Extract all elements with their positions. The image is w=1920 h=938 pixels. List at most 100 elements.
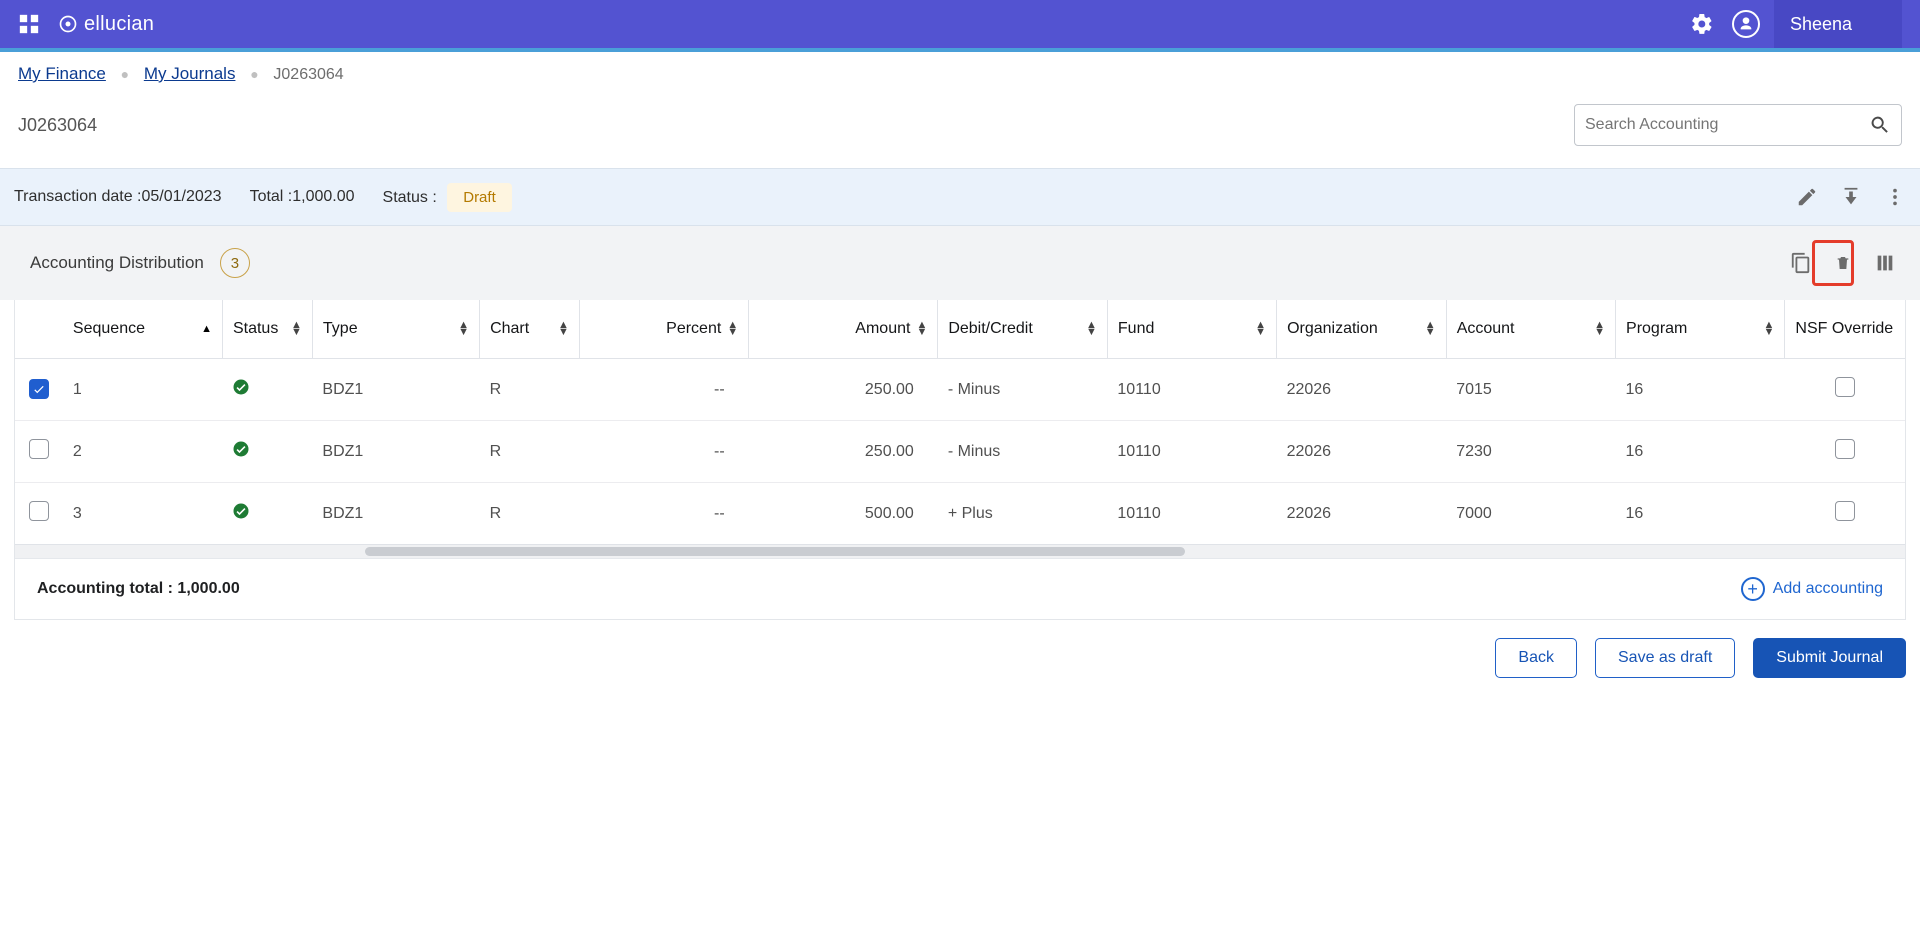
cell-organization: 22026 bbox=[1277, 359, 1447, 421]
nsf-override-checkbox[interactable] bbox=[1835, 501, 1855, 521]
cell-percent: -- bbox=[579, 359, 748, 421]
row-select-checkbox[interactable] bbox=[29, 379, 49, 399]
page-title-bar: J0263064 bbox=[0, 94, 1920, 168]
delete-row-button[interactable] bbox=[1812, 240, 1854, 286]
cell-status bbox=[222, 483, 312, 545]
user-menu[interactable]: Sheena bbox=[1774, 0, 1902, 48]
more-vertical-icon[interactable] bbox=[1884, 186, 1906, 208]
table-row[interactable]: 3BDZ1R--500.00+ Plus1011022026700016 bbox=[15, 483, 1905, 545]
cell-type: BDZ1 bbox=[312, 483, 479, 545]
cell-program: 16 bbox=[1616, 483, 1785, 545]
cell-nsf-override bbox=[1785, 359, 1905, 421]
brand-logo-icon bbox=[58, 14, 78, 34]
cell-debit-credit: - Minus bbox=[938, 421, 1108, 483]
col-header-status[interactable]: Status▲▼ bbox=[222, 300, 312, 359]
back-button[interactable]: Back bbox=[1495, 638, 1577, 678]
breadcrumb-link-my-journals[interactable]: My Journals bbox=[144, 64, 236, 83]
journal-summary-bar: Transaction date :05/01/2023 Total :1,00… bbox=[0, 168, 1920, 226]
copy-row-button[interactable] bbox=[1770, 240, 1812, 286]
cell-program: 16 bbox=[1616, 421, 1785, 483]
col-header-fund[interactable]: Fund▲▼ bbox=[1107, 300, 1276, 359]
col-header-amount[interactable]: Amount▲▼ bbox=[749, 300, 938, 359]
columns-toggle-button[interactable] bbox=[1854, 240, 1896, 286]
trash-icon bbox=[1835, 252, 1851, 274]
breadcrumb-separator: ● bbox=[250, 66, 258, 82]
top-navbar: ellucian Sheena bbox=[0, 0, 1920, 52]
submit-journal-button[interactable]: Submit Journal bbox=[1753, 638, 1906, 678]
cell-amount: 500.00 bbox=[749, 483, 938, 545]
cell-fund: 10110 bbox=[1107, 421, 1276, 483]
breadcrumb-current: J0263064 bbox=[273, 66, 343, 83]
settings-gear-icon[interactable] bbox=[1690, 12, 1714, 36]
cell-program: 16 bbox=[1616, 359, 1785, 421]
accounting-table: Sequence▲ Status▲▼ Type▲▼ Chart▲▼ Percen… bbox=[14, 300, 1906, 620]
accounting-total-label: Accounting total : 1,000.00 bbox=[37, 580, 240, 598]
total-label: Total : bbox=[250, 188, 293, 205]
search-accounting-box[interactable] bbox=[1574, 104, 1902, 146]
apps-grid-icon[interactable] bbox=[18, 13, 40, 35]
search-icon[interactable] bbox=[1869, 114, 1891, 136]
add-accounting-button[interactable]: + Add accounting bbox=[1741, 577, 1883, 601]
transaction-date-label: Transaction date : bbox=[14, 188, 141, 205]
nsf-override-checkbox[interactable] bbox=[1835, 377, 1855, 397]
cell-sequence: 3 bbox=[63, 483, 223, 545]
brand-name: ellucian bbox=[84, 13, 154, 36]
search-input[interactable] bbox=[1585, 116, 1869, 134]
cell-debit-credit: + Plus bbox=[938, 483, 1108, 545]
breadcrumb-link-my-finance[interactable]: My Finance bbox=[18, 64, 106, 83]
cell-chart: R bbox=[480, 359, 580, 421]
save-as-draft-button[interactable]: Save as draft bbox=[1595, 638, 1735, 678]
cell-organization: 22026 bbox=[1277, 483, 1447, 545]
add-accounting-label: Add accounting bbox=[1773, 580, 1883, 598]
col-header-organization[interactable]: Organization▲▼ bbox=[1277, 300, 1447, 359]
col-header-percent[interactable]: Percent▲▼ bbox=[579, 300, 748, 359]
cell-sequence: 1 bbox=[63, 359, 223, 421]
table-footer: Accounting total : 1,000.00 + Add accoun… bbox=[15, 558, 1905, 619]
row-count-badge: 3 bbox=[220, 248, 250, 278]
col-header-type[interactable]: Type▲▼ bbox=[312, 300, 479, 359]
edit-pencil-icon[interactable] bbox=[1796, 186, 1818, 208]
form-actions: Back Save as draft Submit Journal bbox=[0, 620, 1920, 686]
cell-status bbox=[222, 421, 312, 483]
cell-organization: 22026 bbox=[1277, 421, 1447, 483]
plus-circle-icon: + bbox=[1741, 577, 1765, 601]
user-avatar-icon[interactable] bbox=[1732, 10, 1760, 38]
scrollbar-thumb[interactable] bbox=[365, 547, 1185, 556]
table-horizontal-scrollbar[interactable] bbox=[15, 544, 1905, 558]
status-ok-icon bbox=[232, 378, 250, 396]
cell-fund: 10110 bbox=[1107, 483, 1276, 545]
row-select-checkbox[interactable] bbox=[29, 439, 49, 459]
page-title: J0263064 bbox=[18, 115, 1574, 136]
col-header-debit-credit[interactable]: Debit/Credit▲▼ bbox=[938, 300, 1108, 359]
status-ok-icon bbox=[232, 502, 250, 520]
copy-icon bbox=[1790, 252, 1812, 274]
col-header-account[interactable]: Account▲▼ bbox=[1446, 300, 1615, 359]
status-ok-icon bbox=[232, 440, 250, 458]
username-label: Sheena bbox=[1790, 14, 1852, 35]
col-header-program[interactable]: Program▲▼ bbox=[1616, 300, 1785, 359]
col-header-sequence[interactable]: Sequence▲ bbox=[63, 300, 223, 359]
cell-account: 7015 bbox=[1446, 359, 1615, 421]
cell-debit-credit: - Minus bbox=[938, 359, 1108, 421]
col-header-select bbox=[15, 300, 63, 359]
cell-nsf-override bbox=[1785, 421, 1905, 483]
cell-chart: R bbox=[480, 483, 580, 545]
table-row[interactable]: 2BDZ1R--250.00- Minus1011022026723016 bbox=[15, 421, 1905, 483]
cell-status bbox=[222, 359, 312, 421]
transaction-date-value: 05/01/2023 bbox=[141, 188, 221, 205]
row-select-checkbox[interactable] bbox=[29, 501, 49, 521]
nsf-override-checkbox[interactable] bbox=[1835, 439, 1855, 459]
col-header-chart[interactable]: Chart▲▼ bbox=[480, 300, 580, 359]
total-value: 1,000.00 bbox=[292, 188, 354, 205]
cell-sequence: 2 bbox=[63, 421, 223, 483]
cell-amount: 250.00 bbox=[749, 421, 938, 483]
cell-fund: 10110 bbox=[1107, 359, 1276, 421]
cell-nsf-override bbox=[1785, 483, 1905, 545]
cell-amount: 250.00 bbox=[749, 359, 938, 421]
table-row[interactable]: 1 BDZ1R--250.00- Minus1011022026701516 bbox=[15, 359, 1905, 421]
cell-type: BDZ1 bbox=[312, 359, 479, 421]
section-title: Accounting Distribution bbox=[30, 253, 204, 273]
download-icon[interactable] bbox=[1840, 186, 1862, 208]
breadcrumb-separator: ● bbox=[121, 66, 129, 82]
col-header-nsf-override[interactable]: NSF Override bbox=[1785, 300, 1905, 359]
